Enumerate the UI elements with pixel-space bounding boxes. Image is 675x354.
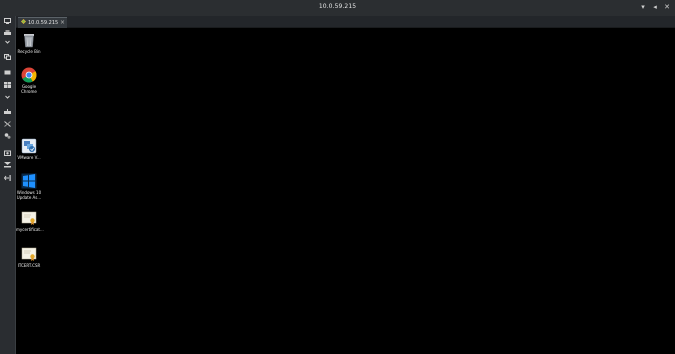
windows-icon[interactable] xyxy=(3,82,12,89)
desktop-icon-vmware[interactable]: VMware V... xyxy=(16,138,42,160)
minimize-icon[interactable]: ▾ xyxy=(638,2,648,13)
tab-connection[interactable]: 10.0.59.215 × xyxy=(18,17,67,28)
tab-close-icon[interactable]: × xyxy=(60,19,65,26)
window-title: 10.0.59.215 xyxy=(318,3,357,10)
remote-desktop-window: 10.0.59.215 ▾ ◂ ✕ 10.0.59.215 × Recycle … xyxy=(0,0,675,354)
disconnect-icon[interactable] xyxy=(3,175,12,182)
recycle-bin-icon xyxy=(21,32,37,48)
copy-icon[interactable] xyxy=(3,54,12,61)
vmware-icon xyxy=(21,138,37,154)
desktop-icon-windows-update[interactable]: Windows 10 Update As... xyxy=(16,173,42,200)
desktop-icon-label: VMware V... xyxy=(17,155,41,160)
tab-bar: 10.0.59.215 × xyxy=(0,16,675,28)
title-bar: 10.0.59.215 ▾ ◂ ✕ xyxy=(0,0,675,17)
desktop-icon-certificate-1[interactable]: mycertificat... xyxy=(16,210,44,232)
restore-icon[interactable]: ◂ xyxy=(650,2,660,13)
side-toolbar xyxy=(0,16,16,354)
desktop-icon-chrome[interactable]: Google Chrome xyxy=(16,67,42,94)
certificate-file-icon xyxy=(21,246,37,262)
desktop-icon-label: ITCERT.CSR xyxy=(17,263,41,268)
chevron-down-icon[interactable] xyxy=(3,95,12,102)
tab-label: 10.0.59.215 xyxy=(28,19,59,26)
settings-icon[interactable] xyxy=(3,133,12,140)
fullscreen-icon[interactable] xyxy=(3,162,12,169)
camera-icon[interactable] xyxy=(3,150,12,157)
remote-desktop[interactable]: Recycle Bin Google Chrome VMware V... Wi… xyxy=(16,28,675,354)
chrome-icon xyxy=(21,67,37,83)
connection-icon xyxy=(21,19,26,24)
desktop-icon-certificate-2[interactable]: ITCERT.CSR xyxy=(16,246,42,268)
desktop-icon-recycle-bin[interactable]: Recycle Bin xyxy=(16,32,42,54)
tools-icon[interactable] xyxy=(3,121,12,128)
desktop-icon-label: Google Chrome xyxy=(21,84,37,94)
desktop-icon-label: Recycle Bin xyxy=(17,49,41,54)
desktop-icon-label: Windows 10 Update As... xyxy=(16,190,42,200)
desktop-icon-label: mycertificat... xyxy=(16,227,44,232)
printer-icon[interactable] xyxy=(3,30,12,37)
certificate-file-icon xyxy=(21,210,37,226)
keyboard-icon[interactable] xyxy=(3,109,12,116)
windows-update-icon xyxy=(21,173,37,189)
monitor-icon[interactable] xyxy=(3,70,12,77)
chevron-down-icon[interactable] xyxy=(3,40,12,47)
display-icon[interactable] xyxy=(3,18,12,25)
close-window-icon[interactable]: ✕ xyxy=(662,2,672,13)
